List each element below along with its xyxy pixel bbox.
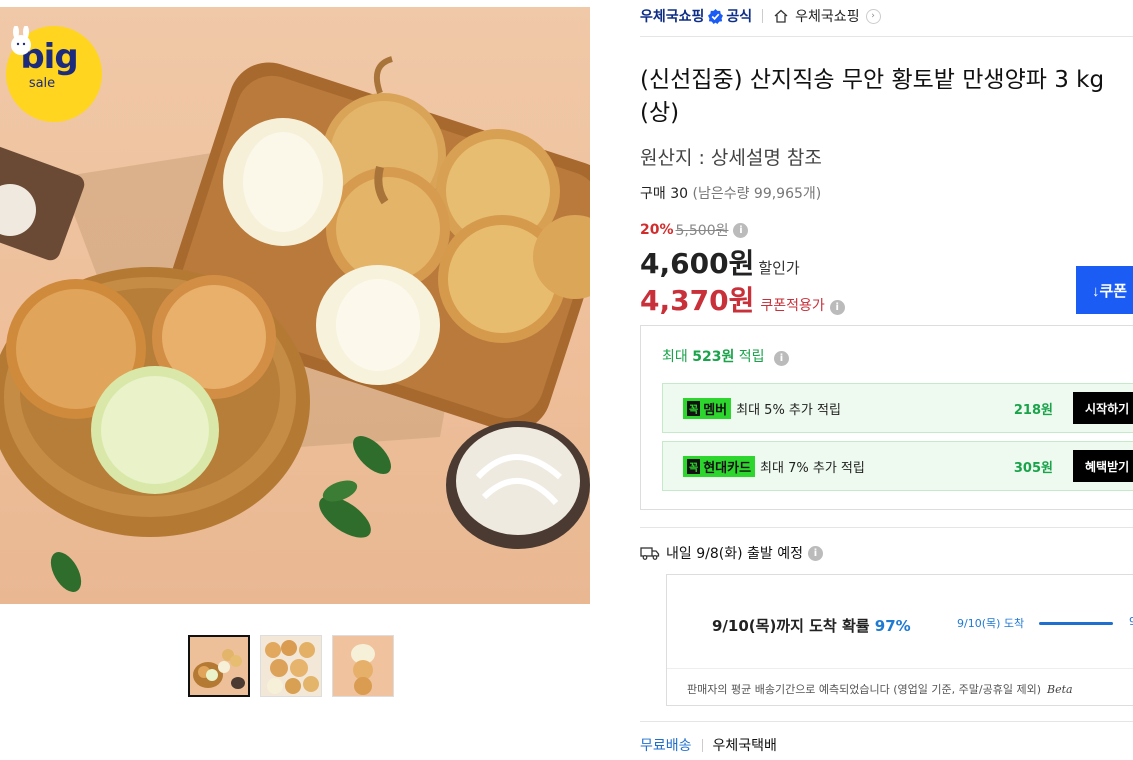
- product-origin: 원산지 : 상세설명 참조: [640, 147, 822, 169]
- purchase-count-value: 구매 30: [640, 186, 689, 202]
- info-icon[interactable]: i: [774, 351, 789, 366]
- remaining-stock: (남은수량 99,965개): [692, 186, 822, 202]
- discount-rate: 20%: [640, 222, 674, 238]
- info-icon[interactable]: i: [733, 222, 749, 238]
- thumbnail-image: [333, 636, 393, 696]
- divider: [640, 36, 1133, 37]
- departure-text: 내일 9/8(화) 출발 예정: [666, 546, 803, 562]
- points-box: 최대 523원 적립 i 꼭 멤버 최대 5% 추가 적립 218원 시작하기 …: [640, 325, 1133, 510]
- arrival-chart-next: 9: [1129, 615, 1133, 628]
- points-title-suffix: 적립: [734, 349, 765, 365]
- chevron-right-icon[interactable]: ›: [865, 8, 881, 24]
- store-bar-divider: [762, 9, 764, 23]
- delivery-row: 무료배송 우체국택배: [640, 735, 777, 755]
- thumbnail-3[interactable]: [332, 635, 394, 697]
- sale-price: 4,600원: [640, 247, 755, 280]
- coupon-price-label: 쿠폰적용가: [760, 298, 825, 314]
- get-benefit-button[interactable]: 혜택받기: [1073, 450, 1133, 482]
- thumbnail-image: [261, 636, 321, 696]
- points-title: 최대 523원 적립 i: [662, 346, 789, 366]
- bunny-icon: [11, 26, 31, 55]
- promo-text: 최대 7% 추가 적립: [760, 460, 865, 476]
- thumbnail-2[interactable]: [260, 635, 322, 697]
- store-bar: 우체국쇼핑 공식 우체국쇼핑 ›: [640, 5, 881, 27]
- divider: [640, 527, 1133, 528]
- arrival-probability: 9/10(목)까지 도착 확률 97%: [712, 615, 911, 636]
- points-title-prefix: 최대: [662, 349, 693, 365]
- arrival-estimate-box: 9/10(목)까지 도착 확률 97% 9/10(목) 도착 9 판매자의 평균…: [666, 574, 1133, 706]
- thumbnail-1[interactable]: [188, 635, 250, 697]
- beta-label: Beta: [1046, 683, 1073, 696]
- coupon-download-button[interactable]: ↓쿠폰: [1076, 266, 1133, 314]
- promo-amount: 218원: [1013, 402, 1053, 418]
- points-max-amount: 523원: [692, 349, 735, 365]
- carrier-name: 우체국택배: [712, 738, 777, 754]
- divider: [640, 721, 1133, 722]
- home-icon: [774, 9, 788, 23]
- coupon-price-row: 4,370원 쿠폰적용가 i: [640, 279, 845, 319]
- check-badge-icon: 꼭: [687, 458, 701, 474]
- truck-icon: [640, 547, 660, 560]
- arrival-percent: 97%: [874, 617, 911, 635]
- coupon-price: 4,370원: [640, 284, 755, 317]
- arrival-probability-bar: [1039, 622, 1113, 625]
- store-home-link[interactable]: 우체국쇼핑: [795, 6, 859, 26]
- original-price: 5,500원: [675, 223, 729, 239]
- big-sale-badge: big sale: [6, 26, 102, 122]
- delivery-divider: [701, 738, 703, 752]
- official-label: 공식: [726, 9, 753, 25]
- check-badge-icon: 꼭: [687, 400, 701, 416]
- promo-tag: 꼭 멤버: [683, 397, 732, 419]
- promo-membership: 꼭 멤버 최대 5% 추가 적립 218원 시작하기: [662, 383, 1133, 433]
- promo-tag-label: 현대카드: [703, 460, 752, 476]
- arrival-text-prefix: 9/10(목)까지 도착 확률: [712, 617, 875, 635]
- arrival-footnote: 판매자의 평균 배송기간으로 예측되었습니다 (영업일 기준, 주말/공휴일 제…: [687, 681, 1073, 697]
- sale-price-label: 할인가: [758, 259, 800, 277]
- info-icon[interactable]: i: [807, 545, 823, 561]
- product-title: (신선집중) 산지직송 무안 황토밭 만생양파 3 kg (상): [640, 67, 1105, 126]
- promo-tag: 꼭 현대카드: [683, 455, 756, 477]
- thumbnail-image: [190, 637, 248, 695]
- product-info-panel: 우체국쇼핑 공식 우체국쇼핑 › (신선집중) 산지직송 무안 황토밭 만생양파…: [640, 0, 1133, 760]
- purchase-count: 구매 30 (남은수량 99,965개): [640, 183, 821, 203]
- sale-price-row: 4,600원 할인가: [640, 242, 800, 282]
- free-shipping-label: 무료배송: [640, 738, 692, 754]
- start-membership-button[interactable]: 시작하기: [1073, 392, 1133, 424]
- badge-sale-text: sale: [28, 76, 56, 91]
- discount-row: 20% 5,500원 i: [640, 220, 749, 240]
- info-icon[interactable]: i: [829, 300, 845, 315]
- store-link[interactable]: 우체국쇼핑: [640, 6, 704, 26]
- arrival-chart-label: 9/10(목) 도착: [957, 617, 1025, 630]
- thumbnail-strip: [188, 635, 394, 697]
- arrival-estimate: 9/10(목)까지 도착 확률 97% 9/10(목) 도착 9: [667, 575, 1133, 669]
- verified-badge-icon: [708, 8, 724, 24]
- promo-amount: 305원: [1013, 460, 1053, 476]
- promo-hyundai-card: 꼭 현대카드 최대 7% 추가 적립 305원 혜택받기: [662, 441, 1133, 491]
- arrival-footnote-text: 판매자의 평균 배송기간으로 예측되었습니다 (영업일 기준, 주말/공휴일 제…: [687, 683, 1041, 696]
- product-main-image[interactable]: big sale: [0, 7, 590, 604]
- departure-row: 내일 9/8(화) 출발 예정 i: [640, 543, 823, 563]
- promo-text: 최대 5% 추가 적립: [736, 402, 841, 418]
- promo-tag-label: 멤버: [703, 402, 728, 418]
